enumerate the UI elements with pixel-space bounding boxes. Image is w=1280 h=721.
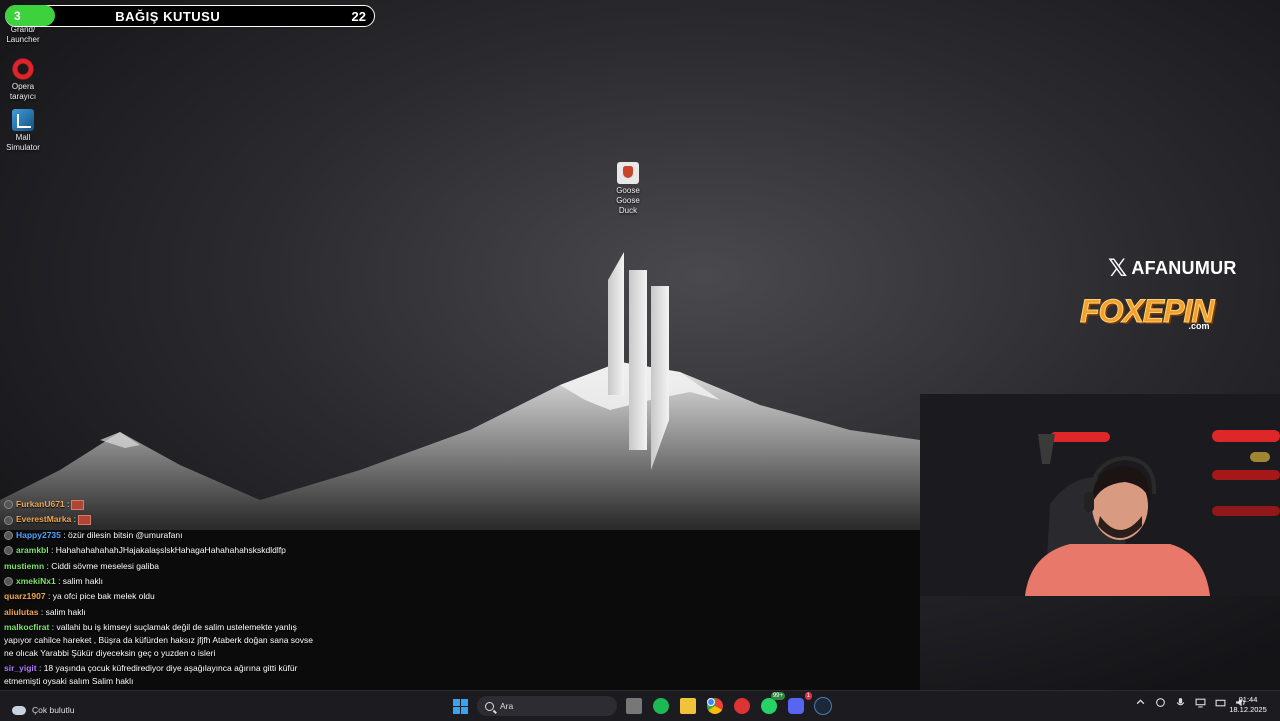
chevron-up-icon[interactable]	[1135, 697, 1146, 708]
clock-time: 01:44	[1238, 695, 1258, 704]
whatsapp-icon	[761, 698, 777, 714]
weather-text: Çok bulutlu	[32, 705, 75, 715]
user-badge-icon	[4, 500, 13, 510]
desktop-icon-opera[interactable]: Opera tarayıcı	[0, 58, 46, 102]
goose-goose-duck-icon	[617, 162, 639, 184]
whatsapp-button[interactable]: 99+	[759, 692, 785, 716]
sponsor-logo: FOXEPIN .com	[1079, 293, 1214, 332]
taskbar-apps: Ara 99+ 1	[450, 692, 833, 717]
network-icon[interactable]	[1215, 697, 1226, 708]
chat-text: : Ciddi sövme meselesi galiba	[46, 560, 159, 571]
taskbar-clock[interactable]: 01:44 18.12.2025	[1228, 695, 1268, 715]
webcam-feed	[920, 394, 1280, 596]
chat-text: : HahahahahahahJHajakalaşslskHahagaHahah…	[50, 545, 286, 556]
sync-icon[interactable]	[1155, 697, 1166, 708]
chat-message: aliulutas : salim haklı	[0, 605, 320, 620]
stream-chat: FurkanU671 : EverestMarka : Happy2735 : öz…	[0, 497, 320, 703]
chat-message: Happy2735 : özür dilesin bitsin @umurafa…	[0, 528, 320, 543]
steam-icon	[814, 697, 832, 715]
chat-text: : salim haklı	[58, 576, 103, 587]
user-badge-icon	[4, 531, 13, 541]
chat-message: EverestMarka :	[0, 512, 320, 527]
chat-message: mustiemn : Ciddi sövme meselesi galiba	[0, 559, 320, 574]
chat-text: : 18 yaşında çocuk küfredirediyor diye a…	[4, 663, 298, 687]
x-handle-text: AFANUMUR	[1131, 257, 1237, 278]
chat-message: malkocfirat : vallahi bu iş kimseyi suçl…	[0, 620, 320, 661]
task-view-icon	[626, 698, 642, 714]
donation-progress-bar: 3 BAĞIŞ KUTUSU 22	[5, 5, 375, 27]
desktop-icon-label: Mall Simulator	[6, 133, 40, 152]
desktop-icon-label: Goose Goose Duck	[616, 186, 640, 215]
taskbar: Çok bulutlu Ara 99+ 1 01:44 18.12.2025	[0, 690, 1280, 721]
donation-count: 3	[14, 9, 21, 23]
chat-username[interactable]: xmekiNx1	[16, 576, 56, 586]
spotify-icon	[653, 698, 669, 714]
chat-username[interactable]: FurkanU671	[16, 499, 65, 509]
chat-username[interactable]: quarz1907	[4, 591, 46, 601]
chat-text: : özür dilesin bitsin @umurafanı	[63, 529, 183, 540]
chat-message: sir_yigit : 18 yaşında çocuk küfrediredi…	[0, 661, 320, 689]
task-view-button[interactable]	[624, 696, 644, 716]
chat-username[interactable]: aramkbl	[16, 545, 49, 555]
desktop-icon-goose-goose-duck[interactable]: Goose Goose Duck	[604, 162, 652, 216]
chat-message: aramkbl : HahahahahahahJHajakalaşslskHah…	[0, 543, 320, 558]
chrome-icon	[707, 698, 723, 714]
taskbar-search[interactable]: Ara	[477, 696, 617, 716]
chat-username[interactable]: Happy2735	[16, 530, 61, 540]
discord-badge: 1	[804, 692, 812, 700]
user-badge-icon	[4, 577, 13, 587]
search-placeholder: Ara	[500, 701, 514, 711]
chat-text: :	[73, 514, 77, 525]
steam-button[interactable]	[813, 696, 833, 716]
chat-username[interactable]: malkocfirat	[4, 622, 49, 632]
discord-button[interactable]: 1	[786, 692, 812, 716]
desktop-icon-label: Opera tarayıcı	[9, 82, 37, 101]
x-social-handle: 𝕏 AFANUMUR	[1108, 254, 1237, 282]
chat-username[interactable]: sir_yigit	[4, 663, 37, 673]
game-launcher-icon	[734, 698, 750, 714]
chrome-button[interactable]	[705, 696, 725, 716]
file-explorer-button[interactable]	[678, 696, 698, 716]
whatsapp-badge: 99+	[770, 692, 785, 700]
chat-emote-icon	[71, 499, 85, 510]
start-button[interactable]	[450, 696, 470, 716]
windows-logo-icon	[452, 698, 468, 714]
display-icon[interactable]	[1195, 697, 1206, 708]
weather-widget[interactable]: Çok bulutlu	[12, 705, 75, 715]
chat-message: quarz1907 : ya ofci pice bak melek oldu	[0, 589, 320, 604]
cloud-icon	[12, 705, 26, 715]
chat-username[interactable]: mustiemn	[4, 561, 44, 571]
chat-message: xmekiNx1 : salim haklı	[0, 574, 320, 589]
user-badge-icon	[4, 515, 13, 525]
chat-message: FurkanU671 :	[0, 497, 320, 512]
discord-icon	[788, 698, 804, 714]
clock-date: 18.12.2025	[1229, 705, 1267, 714]
chat-username[interactable]: EverestMarka	[16, 514, 71, 524]
chat-emote-icon	[78, 515, 92, 526]
opera-icon	[12, 58, 34, 80]
chat-text: : salim haklı	[40, 606, 86, 617]
desktop-icon-label: Grand/ Launcher	[6, 25, 40, 44]
chat-username[interactable]: aliulutas	[4, 607, 38, 617]
search-icon	[485, 701, 494, 711]
microphone-icon[interactable]	[1175, 697, 1186, 708]
desktop-icon-mall-simulator[interactable]: Mall Simulator	[0, 109, 46, 153]
mall-simulator-icon	[12, 109, 34, 131]
folder-icon	[680, 698, 696, 714]
spotify-button[interactable]	[651, 696, 671, 716]
game-launcher-button[interactable]	[732, 696, 752, 716]
desktop-icon-launcher[interactable]: Grand/ Launcher	[0, 25, 46, 45]
user-badge-icon	[4, 546, 13, 556]
chat-text: : ya ofci pice bak melek oldu	[47, 591, 155, 602]
donation-goal: 22	[351, 8, 366, 24]
chat-text: : vallahi bu iş kimseyi suçlamak değil d…	[4, 622, 314, 659]
sponsor-suffix: .com	[1188, 321, 1210, 331]
chat-text: :	[67, 499, 70, 509]
x-logo-icon: 𝕏	[1108, 254, 1128, 282]
